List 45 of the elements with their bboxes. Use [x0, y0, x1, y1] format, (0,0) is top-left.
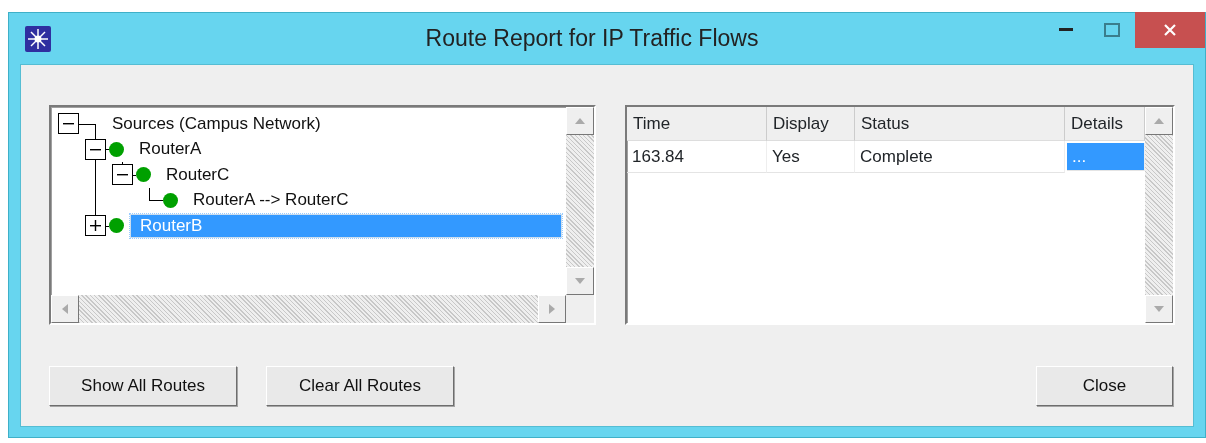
window-title: Route Report for IP Traffic Flows — [424, 24, 760, 54]
close-button[interactable]: Close — [1036, 366, 1173, 406]
column-header[interactable]: Display — [767, 107, 855, 141]
left-arrow-icon — [62, 304, 68, 314]
vertical-scrollbar[interactable] — [566, 107, 594, 323]
close-icon — [1163, 23, 1177, 37]
app-icon — [25, 25, 51, 52]
up-arrow-icon — [1154, 118, 1164, 124]
down-arrow-icon — [1154, 306, 1164, 312]
scroll-up-button[interactable] — [1145, 107, 1173, 135]
table-cell[interactable]: Complete — [855, 141, 1065, 173]
tree-item[interactable]: RouterA --> RouterC — [184, 189, 358, 212]
status-dot — [136, 167, 151, 183]
scroll-down-button[interactable] — [566, 267, 594, 295]
status-dot — [163, 192, 178, 208]
scroll-down-button[interactable] — [1145, 295, 1173, 323]
close-window-button[interactable] — [1135, 12, 1205, 48]
scrollbar-corner — [566, 295, 594, 323]
collapse-button[interactable] — [112, 164, 133, 185]
scroll-right-button[interactable] — [538, 295, 566, 323]
up-arrow-icon — [575, 118, 585, 124]
tree-item[interactable]: RouterA — [130, 138, 211, 161]
collapse-button[interactable] — [85, 138, 106, 160]
expand-button[interactable] — [85, 215, 106, 236]
right-arrow-icon — [549, 304, 555, 314]
minimize-icon — [1059, 28, 1073, 32]
down-arrow-icon — [575, 278, 585, 284]
column-header[interactable]: Status — [855, 107, 1065, 141]
scroll-left-button[interactable] — [51, 295, 79, 323]
scroll-up-button[interactable] — [566, 107, 594, 135]
status-dot — [109, 218, 124, 234]
status-dot — [109, 141, 124, 157]
collapse-button[interactable] — [58, 113, 79, 134]
table-cell[interactable]: 163.84 — [627, 141, 767, 173]
tree-item[interactable]: RouterC — [157, 163, 239, 186]
maximize-icon — [1104, 23, 1120, 37]
route-button[interactable]: Show All Routes — [49, 366, 237, 406]
table-cell[interactable]: Yes — [767, 141, 855, 173]
horizontal-scrollbar[interactable] — [51, 295, 566, 323]
column-header[interactable]: Details — [1065, 107, 1145, 141]
route-button[interactable]: Clear All Routes — [266, 366, 454, 406]
column-header[interactable]: Time — [627, 107, 767, 141]
tree-item[interactable]: Sources (Campus Network) — [103, 112, 330, 135]
vertical-scrollbar[interactable] — [1145, 107, 1173, 323]
plus-icon — [90, 220, 101, 231]
